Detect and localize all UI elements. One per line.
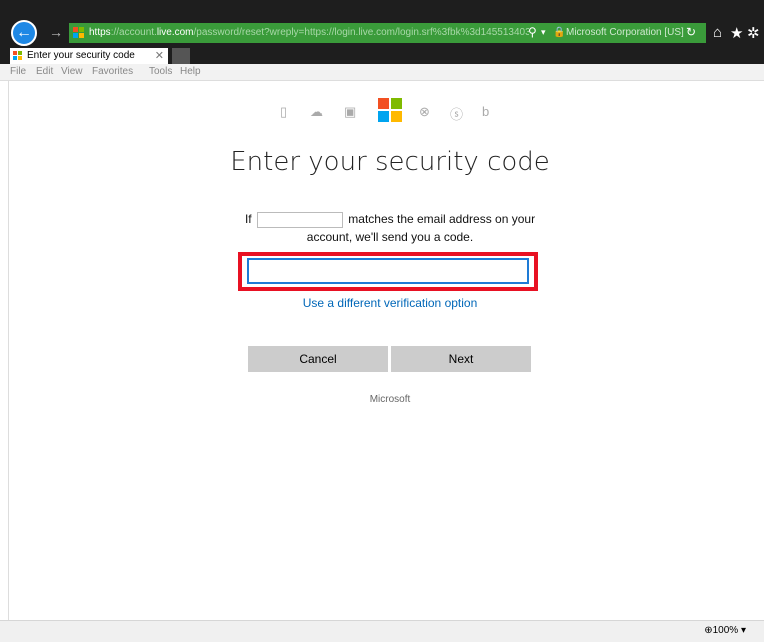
different-verification-link[interactable]: Use a different verification option [240,296,540,310]
star-icon[interactable]: ★ [730,24,743,42]
outlook-icon: ▣ [344,104,357,119]
site-favicon [73,27,85,39]
xbox-icon: ⊗ [419,104,430,119]
refresh-icon[interactable]: ↻ [686,25,696,39]
menu-view[interactable]: View [61,66,83,77]
gear-icon[interactable]: ✲ [747,24,760,42]
menu-favorites[interactable]: Favorites [92,66,133,77]
desc-prefix: If [244,212,252,226]
zoom-icon: ⊕ [704,625,713,636]
address-bar[interactable]: https://account.live.com/password/reset?… [69,23,706,43]
onedrive-icon: ☁ [310,104,323,119]
menu-file[interactable]: File [10,66,26,77]
microsoft-logo [378,98,402,122]
tab-favicon [13,51,23,61]
email-hint-box [256,211,343,228]
zoom-level: 100% [712,625,739,636]
home-icon[interactable]: ⌂ [713,24,722,41]
tab-active[interactable]: Enter your security code ✕ [10,48,168,64]
menu-edit[interactable]: Edit [36,66,53,77]
tab-label: Enter your security code [27,50,135,61]
new-tab-button[interactable] [172,48,190,64]
skype-icon: ⓢ [450,107,464,122]
bing-icon: b [482,104,490,119]
status-bar: ⊕100% ▾ [0,620,764,642]
footer-microsoft: Microsoft [369,394,411,405]
close-icon[interactable]: ✕ [155,49,164,62]
forward-icon[interactable]: → [49,24,63,40]
cancel-button[interactable]: Cancel [248,346,388,372]
menu-bar: File Edit View Favorites Tools Help [0,64,764,81]
menu-tools[interactable]: Tools [149,66,172,77]
certificate-label[interactable]: Microsoft Corporation [US] [566,27,684,38]
menu-help[interactable]: Help [180,66,201,77]
chevron-down-icon[interactable]: ▾ [541,27,546,38]
page-title: Enter your security code [230,147,550,177]
description-text: If matches the email address on your acc… [240,210,540,246]
office-icon: ▯ [280,104,288,119]
back-icon[interactable]: ← [11,20,37,46]
tab-row: Enter your security code ✕ [0,46,764,64]
security-code-input[interactable] [247,258,529,284]
next-button[interactable]: Next [391,346,531,372]
url-text[interactable]: https://account.live.com/password/reset?… [89,27,529,38]
search-icon[interactable]: ⚲ [528,25,537,39]
browser-title-bar: ← → https://account.live.com/password/re… [0,0,764,46]
lock-icon[interactable]: 🔒 [553,27,565,38]
zoom-control[interactable]: ⊕100% ▾ [704,625,746,636]
